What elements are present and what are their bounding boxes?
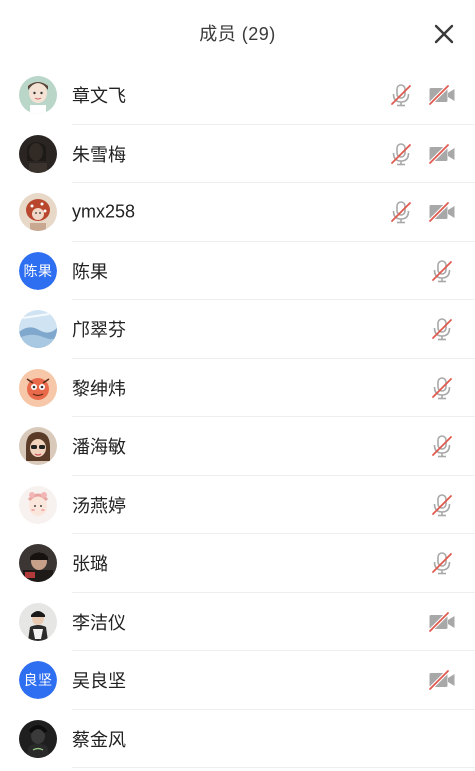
member-row[interactable]: 邝翠芬 (0, 300, 475, 359)
member-row[interactable]: 黎绅炜 (0, 359, 475, 418)
camera-toggle[interactable] (428, 668, 456, 692)
panel-header: 成员 (29) (0, 0, 475, 66)
member-row[interactable]: 朱雪梅 (0, 125, 475, 184)
mic-muted-icon (391, 142, 411, 166)
mic-muted-icon (432, 259, 452, 283)
member-row[interactable]: 章文飞 (0, 66, 475, 125)
member-name: 章文飞 (72, 86, 126, 107)
mic-toggle[interactable] (431, 317, 453, 341)
panel-title: 成员 (29) (199, 24, 276, 44)
member-row[interactable]: 李洁仪 (0, 593, 475, 652)
avatar: 良坚 (19, 661, 57, 700)
camera-off-icon (428, 201, 455, 224)
member-name: 吴良坚 (72, 671, 126, 692)
mic-muted-icon (391, 84, 411, 107)
member-name: 邝翠芬 (72, 320, 126, 341)
members-panel: 成员 (29) 章文飞朱雪梅 ymx258 陈果 陈果邝翠芬黎绅炜潘海敏汤燕婷张璐李洁… (0, 0, 475, 771)
avatar (19, 368, 57, 407)
mic-toggle[interactable] (431, 434, 453, 458)
member-name: 汤燕婷 (72, 495, 126, 516)
avatar (19, 485, 57, 524)
member-name: 蔡金风 (72, 729, 126, 750)
avatar-initials: 陈果 (19, 251, 57, 290)
camera-toggle[interactable] (428, 142, 456, 166)
mic-toggle[interactable] (390, 83, 412, 107)
camera-off-icon (428, 84, 455, 107)
avatar (19, 427, 57, 466)
member-row[interactable]: 潘海敏 (0, 417, 475, 476)
member-row[interactable]: 陈果 陈果 (0, 242, 475, 301)
camera-toggle[interactable] (428, 83, 456, 107)
close-icon (434, 24, 454, 44)
mic-toggle[interactable] (431, 493, 453, 517)
member-name: 张璐 (72, 554, 108, 575)
avatar (19, 134, 57, 173)
mic-toggle[interactable] (431, 376, 453, 400)
camera-off-icon (428, 669, 455, 692)
mic-muted-icon (432, 376, 452, 400)
avatar (19, 544, 57, 583)
member-row[interactable]: 蔡金风 (0, 710, 475, 769)
close-button[interactable] (433, 23, 455, 45)
camera-toggle[interactable] (428, 610, 456, 634)
member-list: 章文飞朱雪梅 ymx258 陈果 陈果邝翠芬黎绅炜潘海敏汤燕婷张璐李洁仪良坚 吴良坚蔡金… (0, 66, 475, 768)
mic-toggle[interactable] (431, 259, 453, 283)
member-name: 潘海敏 (72, 437, 126, 458)
camera-toggle[interactable] (428, 200, 456, 224)
avatar (19, 602, 57, 641)
mic-muted-icon (432, 552, 452, 575)
avatar (19, 719, 57, 758)
member-row[interactable]: 良坚 吴良坚 (0, 651, 475, 710)
avatar: 陈果 (19, 251, 57, 290)
avatar (19, 76, 57, 115)
member-name: 陈果 (72, 261, 108, 282)
mic-toggle[interactable] (431, 551, 453, 575)
camera-off-icon (428, 610, 455, 633)
mic-muted-icon (432, 318, 452, 341)
member-row[interactable]: 汤燕婷 (0, 476, 475, 535)
mic-toggle[interactable] (390, 200, 412, 224)
member-row[interactable]: 张璐 (0, 534, 475, 593)
member-name: 黎绅炜 (72, 378, 126, 399)
avatar-initials: 良坚 (19, 661, 57, 700)
avatar (19, 193, 57, 232)
member-name: ymx258 (72, 201, 136, 222)
mic-muted-icon (391, 201, 411, 224)
member-name: 李洁仪 (72, 612, 126, 633)
mic-muted-icon (432, 435, 452, 458)
camera-off-icon (428, 142, 455, 165)
mic-toggle[interactable] (390, 142, 412, 166)
member-row[interactable]: ymx258 (0, 183, 475, 242)
member-name: 朱雪梅 (72, 144, 126, 165)
mic-muted-icon (432, 493, 452, 517)
avatar (19, 310, 57, 349)
